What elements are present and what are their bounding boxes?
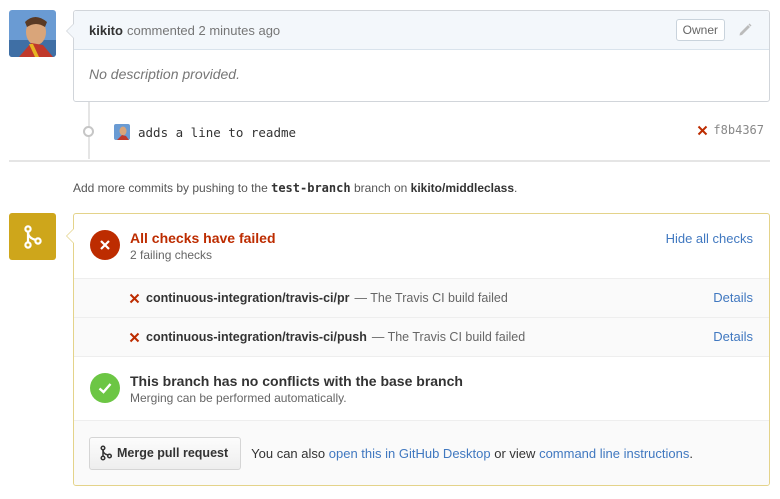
commit-dot-icon — [83, 126, 94, 137]
merge-alt-suffix: . — [689, 445, 693, 461]
push-hint-middle: branch on — [353, 181, 408, 195]
conflicts-subtitle: Merging can be performed automatically. — [130, 391, 347, 405]
merge-alt-middle: or view — [494, 445, 536, 461]
check-description: — The Travis CI build failed — [371, 330, 526, 344]
commit-message[interactable]: adds a line to readme — [138, 125, 296, 140]
command-line-instructions-link[interactable]: command line instructions — [539, 446, 689, 461]
check-row: continuous-integration/travis-ci/pr — Th… — [74, 279, 769, 318]
pr-comment: kikito commented 2 minutes ago Owner No … — [66, 10, 770, 102]
commit-status: f8b4367 — [697, 123, 764, 137]
merge-alternatives: You can also open this in GitHub Desktop… — [251, 446, 693, 461]
checks-summary: All checks have failed 2 failing checks … — [74, 214, 769, 279]
push-hint: Add more commits by pushing to the test-… — [73, 181, 517, 195]
commit-row: adds a line to readme f8b4367 — [114, 123, 764, 141]
check-row: continuous-integration/travis-ci/push — … — [74, 318, 769, 357]
git-merge-icon — [100, 445, 112, 461]
merge-alt-prefix: You can also — [251, 445, 326, 461]
push-hint-prefix: Add more commits by pushing to the — [73, 181, 268, 195]
checks-title: All checks have failed — [130, 230, 276, 246]
checks-subtitle: 2 failing checks — [130, 248, 213, 262]
owner-badge: Owner — [675, 19, 725, 41]
merge-actions: Merge pull request You can also open thi… — [74, 421, 769, 485]
branch-name: test-branch — [271, 181, 351, 195]
conflicts-summary: This branch has no conflicts with the ba… — [74, 357, 769, 421]
commit-sha[interactable]: f8b4367 — [713, 123, 764, 137]
details-link[interactable]: Details — [713, 290, 753, 305]
author-avatar[interactable] — [9, 10, 56, 57]
git-merge-icon — [9, 213, 56, 260]
timeline-divider — [9, 160, 770, 162]
push-hint-suffix: . — [514, 181, 518, 195]
open-in-desktop-link[interactable]: open this in GitHub Desktop — [329, 446, 491, 461]
comment-body: No description provided. — [89, 66, 240, 82]
merge-box: All checks have failed 2 failing checks … — [66, 213, 770, 486]
commit-author-avatar[interactable] — [114, 124, 130, 140]
merge-button-label: Merge pull request — [117, 446, 229, 460]
check-description: — The Travis CI build failed — [354, 291, 508, 305]
comment-timestamp: commented 2 minutes ago — [126, 22, 281, 38]
pencil-icon[interactable] — [737, 22, 753, 38]
hide-checks-link[interactable]: Hide all checks — [666, 231, 753, 246]
repo-name: kikito/middleclass — [410, 181, 515, 195]
check-icon — [90, 373, 120, 403]
x-icon — [129, 293, 140, 304]
check-name: continuous-integration/travis-ci/push — [146, 330, 367, 344]
conflicts-title: This branch has no conflicts with the ba… — [130, 373, 463, 389]
x-icon[interactable] — [697, 125, 708, 136]
check-name: continuous-integration/travis-ci/pr — [146, 291, 350, 305]
x-icon — [129, 332, 140, 343]
comment-header: kikito commented 2 minutes ago Owner — [74, 11, 769, 50]
comment-author[interactable]: kikito — [89, 23, 123, 38]
details-link[interactable]: Details — [713, 329, 753, 344]
merge-pull-request-button[interactable]: Merge pull request — [89, 436, 242, 470]
failed-status-icon — [90, 230, 120, 260]
